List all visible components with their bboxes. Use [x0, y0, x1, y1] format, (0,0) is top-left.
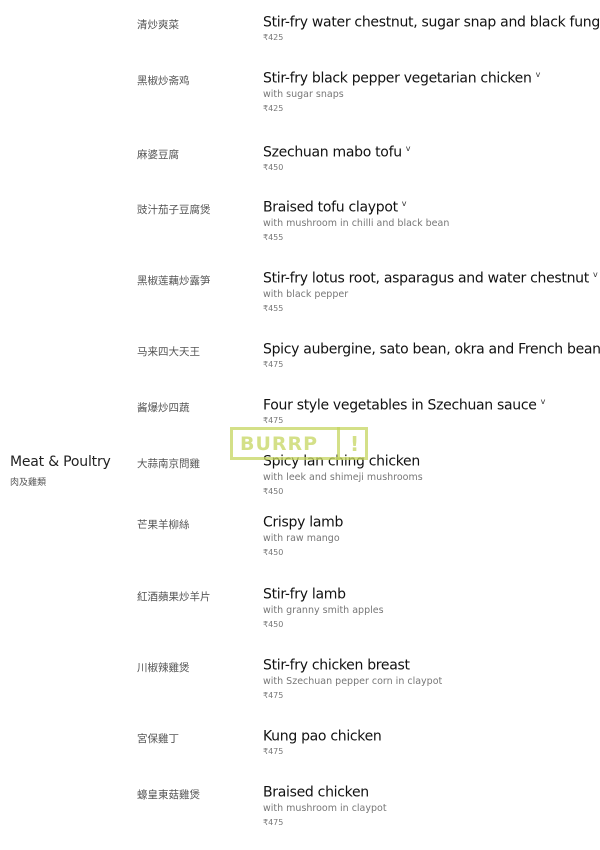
watermark-mark: ! — [350, 432, 361, 456]
dish-name-chinese: 蠔皇東菇雞煲 — [137, 789, 200, 801]
veg-mark: v — [592, 270, 598, 279]
dish-description: with raw mango — [263, 533, 340, 544]
dish-name: Stir-fry black pepper vegetarian chicken… — [263, 70, 540, 87]
dish-name: Stir-fry chicken breast — [263, 657, 414, 674]
dish-description: with granny smith apples — [263, 605, 384, 616]
dish-price: ₹455 — [263, 304, 284, 313]
dish-name: Stir-fry water chestnut, sugar snap and … — [263, 14, 600, 31]
dish-name-text: Braised chicken — [263, 784, 369, 801]
dish-name: Braised chicken — [263, 784, 373, 801]
dish-price: ₹475 — [263, 747, 284, 756]
dish-name: Kung pao chicken — [263, 728, 386, 745]
veg-mark: v — [401, 199, 407, 208]
dish-name-chinese: 清炒爽菜 — [137, 19, 179, 31]
veg-mark: v — [535, 70, 541, 79]
dish-name-chinese: 豉汁茄子豆腐煲 — [137, 204, 211, 216]
dish-price: ₹475 — [263, 691, 284, 700]
dish-name-text: Kung pao chicken — [263, 728, 382, 745]
dish-name-chinese: 川椒辣雞煲 — [137, 662, 190, 674]
dish-name: Szechuan mabo tofu v — [263, 144, 411, 161]
dish-name-text: Stir-fry lamb — [263, 586, 346, 603]
dish-name-text: Szechuan mabo tofu — [263, 144, 402, 161]
dish-price: ₹450 — [263, 487, 284, 496]
dish-name: Stir-fry lamb — [263, 586, 350, 603]
section-subtitle-chinese: 肉及雞類 — [10, 478, 47, 488]
dish-description: with sugar snaps — [263, 89, 344, 100]
dish-name-chinese: 宮保雞丁 — [137, 733, 179, 745]
dish-name: Four style vegetables in Szechuan sauce v — [263, 397, 545, 414]
dish-name: Stir-fry lotus root, asparagus and water… — [263, 270, 598, 287]
dish-description: with leek and shimeji mushrooms — [263, 472, 423, 483]
dish-description: with Szechuan pepper corn in claypot — [263, 676, 443, 687]
dish-name-text: Stir-fry water chestnut, sugar snap and … — [263, 14, 600, 31]
dish-name-text: Four style vegetables in Szechuan sauce — [263, 397, 537, 414]
dish-description: with black pepper — [263, 289, 349, 300]
dish-name-chinese: 黑椒莲藕炒露笋 — [137, 275, 211, 287]
dish-name-chinese: 芒果羊柳絲 — [137, 519, 190, 531]
dish-description: with mushroom in chilli and black bean — [263, 218, 450, 229]
dish-name-text: Crispy lamb — [263, 514, 344, 531]
burrp-watermark: BURRP ! — [230, 427, 368, 460]
dish-price: ₹475 — [263, 416, 284, 425]
dish-price: ₹475 — [263, 818, 284, 827]
dish-description: with mushroom in claypot — [263, 803, 387, 814]
watermark-divider — [337, 427, 340, 460]
dish-name-text: Braised tofu claypot — [263, 199, 398, 216]
dish-name: Spicy aubergine, sato bean, okra and Fre… — [263, 341, 600, 358]
dish-price: ₹425 — [263, 33, 284, 42]
section-title: Meat & Poultry — [10, 454, 111, 470]
dish-name-text: Stir-fry chicken breast — [263, 657, 410, 674]
dish-name-chinese: 黑椒炒斋鸡 — [137, 75, 190, 87]
watermark-text: BURRP — [240, 432, 319, 455]
dish-price: ₹450 — [263, 163, 284, 172]
veg-mark: v — [540, 397, 546, 406]
dish-price: ₹450 — [263, 548, 284, 557]
dish-name-chinese: 马来四大天王 — [137, 346, 200, 358]
dish-name: Crispy lamb — [263, 514, 347, 531]
dish-price: ₹475 — [263, 360, 284, 369]
veg-mark: v — [405, 144, 411, 153]
dish-name: Braised tofu claypot v — [263, 199, 407, 216]
dish-name-chinese: 酱爆炒四蔬 — [137, 402, 190, 414]
dish-name-chinese: 麻婆豆腐 — [137, 149, 179, 161]
dish-name-text: Stir-fry black pepper vegetarian chicken — [263, 70, 532, 87]
dish-name-chinese: 紅酒蘋果炒羊片 — [137, 591, 211, 603]
dish-name-chinese: 大蒜南京問雞 — [137, 458, 200, 470]
dish-price: ₹455 — [263, 233, 284, 242]
dish-price: ₹425 — [263, 104, 284, 113]
dish-name-text: Spicy aubergine, sato bean, okra and Fre… — [263, 341, 600, 358]
dish-price: ₹450 — [263, 620, 284, 629]
dish-name-text: Stir-fry lotus root, asparagus and water… — [263, 270, 589, 287]
